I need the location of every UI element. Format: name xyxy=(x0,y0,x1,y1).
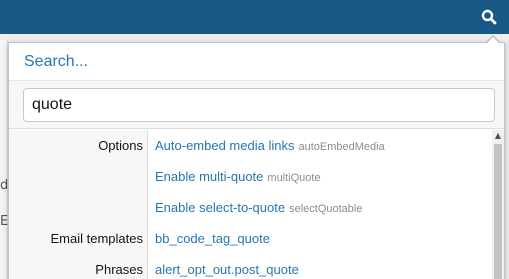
result-link[interactable]: Enable select-to-quote selectQuotable xyxy=(155,200,362,215)
popup-title: Search... xyxy=(24,53,89,70)
popup-header: Search... xyxy=(9,43,504,81)
result-key: autoEmbedMedia xyxy=(298,141,385,153)
result-title: bb_code_tag_quote xyxy=(155,231,270,246)
result-key: multiQuote xyxy=(267,172,321,184)
result-group-label: Phrases xyxy=(95,262,143,277)
result-group-label: Email templates xyxy=(50,231,143,246)
result-row: Options Auto-embed media links autoEmbedM… xyxy=(9,130,492,161)
popup-pointer-inner xyxy=(486,37,500,44)
results-scrollbar[interactable]: ▲ xyxy=(492,130,504,279)
search-button[interactable] xyxy=(477,5,501,29)
result-link[interactable]: alert_opt_out.post_quote xyxy=(155,262,299,277)
result-row: Email templates bb_code_tag_quote xyxy=(9,223,492,254)
scroll-up-arrow-icon[interactable]: ▲ xyxy=(492,130,504,142)
result-key: selectQuotable xyxy=(289,203,363,215)
background-text-fragment: E xyxy=(0,214,9,229)
result-title: Enable multi-quote xyxy=(155,169,264,184)
search-area xyxy=(9,81,504,129)
result-row: Enable select-to-quote selectQuotable xyxy=(9,192,492,223)
scroll-thumb[interactable] xyxy=(494,144,502,279)
result-group-label: Options xyxy=(98,138,143,153)
search-results: Options Auto-embed media links autoEmbedM… xyxy=(9,130,492,279)
result-link[interactable]: bb_code_tag_quote xyxy=(155,231,270,246)
result-title: Auto-embed media links xyxy=(155,138,295,153)
result-title: alert_opt_out.post_quote xyxy=(155,262,299,277)
background-panel xyxy=(0,40,8,279)
result-link[interactable]: Enable multi-quote multiQuote xyxy=(155,169,321,184)
result-row: Enable multi-quote multiQuote xyxy=(9,161,492,192)
search-popup: Search... Options Auto-embed media links… xyxy=(8,42,505,279)
search-icon xyxy=(481,9,497,25)
result-link[interactable]: Auto-embed media links autoEmbedMedia xyxy=(155,138,385,153)
result-title: Enable select-to-quote xyxy=(155,200,286,215)
search-input[interactable] xyxy=(23,88,495,122)
result-row: Phrases alert_opt_out.post_quote xyxy=(9,254,492,279)
top-navigation-bar xyxy=(0,0,509,34)
